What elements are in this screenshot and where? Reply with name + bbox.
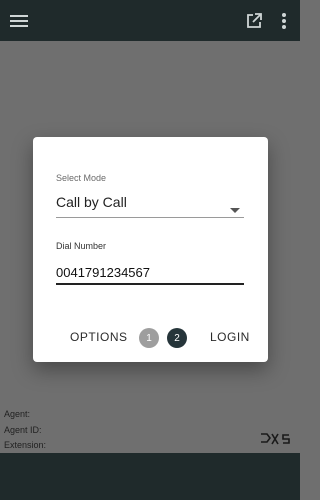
options-button[interactable]: OPTIONS — [70, 330, 128, 344]
mode-select[interactable]: Call by Call — [56, 193, 244, 218]
login-dialog: Select Mode Call by Call Dial Number OPT… — [33, 137, 268, 362]
top-app-bar — [0, 0, 300, 41]
dial-number-label: Dial Number — [56, 241, 107, 251]
more-vertical-icon[interactable] — [274, 9, 294, 33]
select-mode-label: Select Mode — [56, 173, 107, 183]
agent-label: Agent: — [4, 409, 31, 419]
step-indicator-1[interactable]: 1 — [139, 328, 159, 348]
dial-number-input[interactable] — [56, 261, 244, 285]
extension-label: Extension: — [4, 440, 47, 450]
dropdown-arrow-icon — [230, 201, 240, 219]
dialog-actions: OPTIONS 1 2 LOGIN — [33, 327, 268, 349]
login-button[interactable]: LOGIN — [210, 330, 250, 344]
brand-logo — [259, 432, 295, 446]
hamburger-menu-icon[interactable] — [6, 8, 32, 34]
step-indicator-2[interactable]: 2 — [167, 328, 187, 348]
agent-id-label: Agent ID: — [4, 425, 42, 435]
mode-select-value: Call by Call — [56, 194, 127, 210]
open-external-icon[interactable] — [242, 9, 266, 33]
bottom-bar — [0, 453, 300, 500]
